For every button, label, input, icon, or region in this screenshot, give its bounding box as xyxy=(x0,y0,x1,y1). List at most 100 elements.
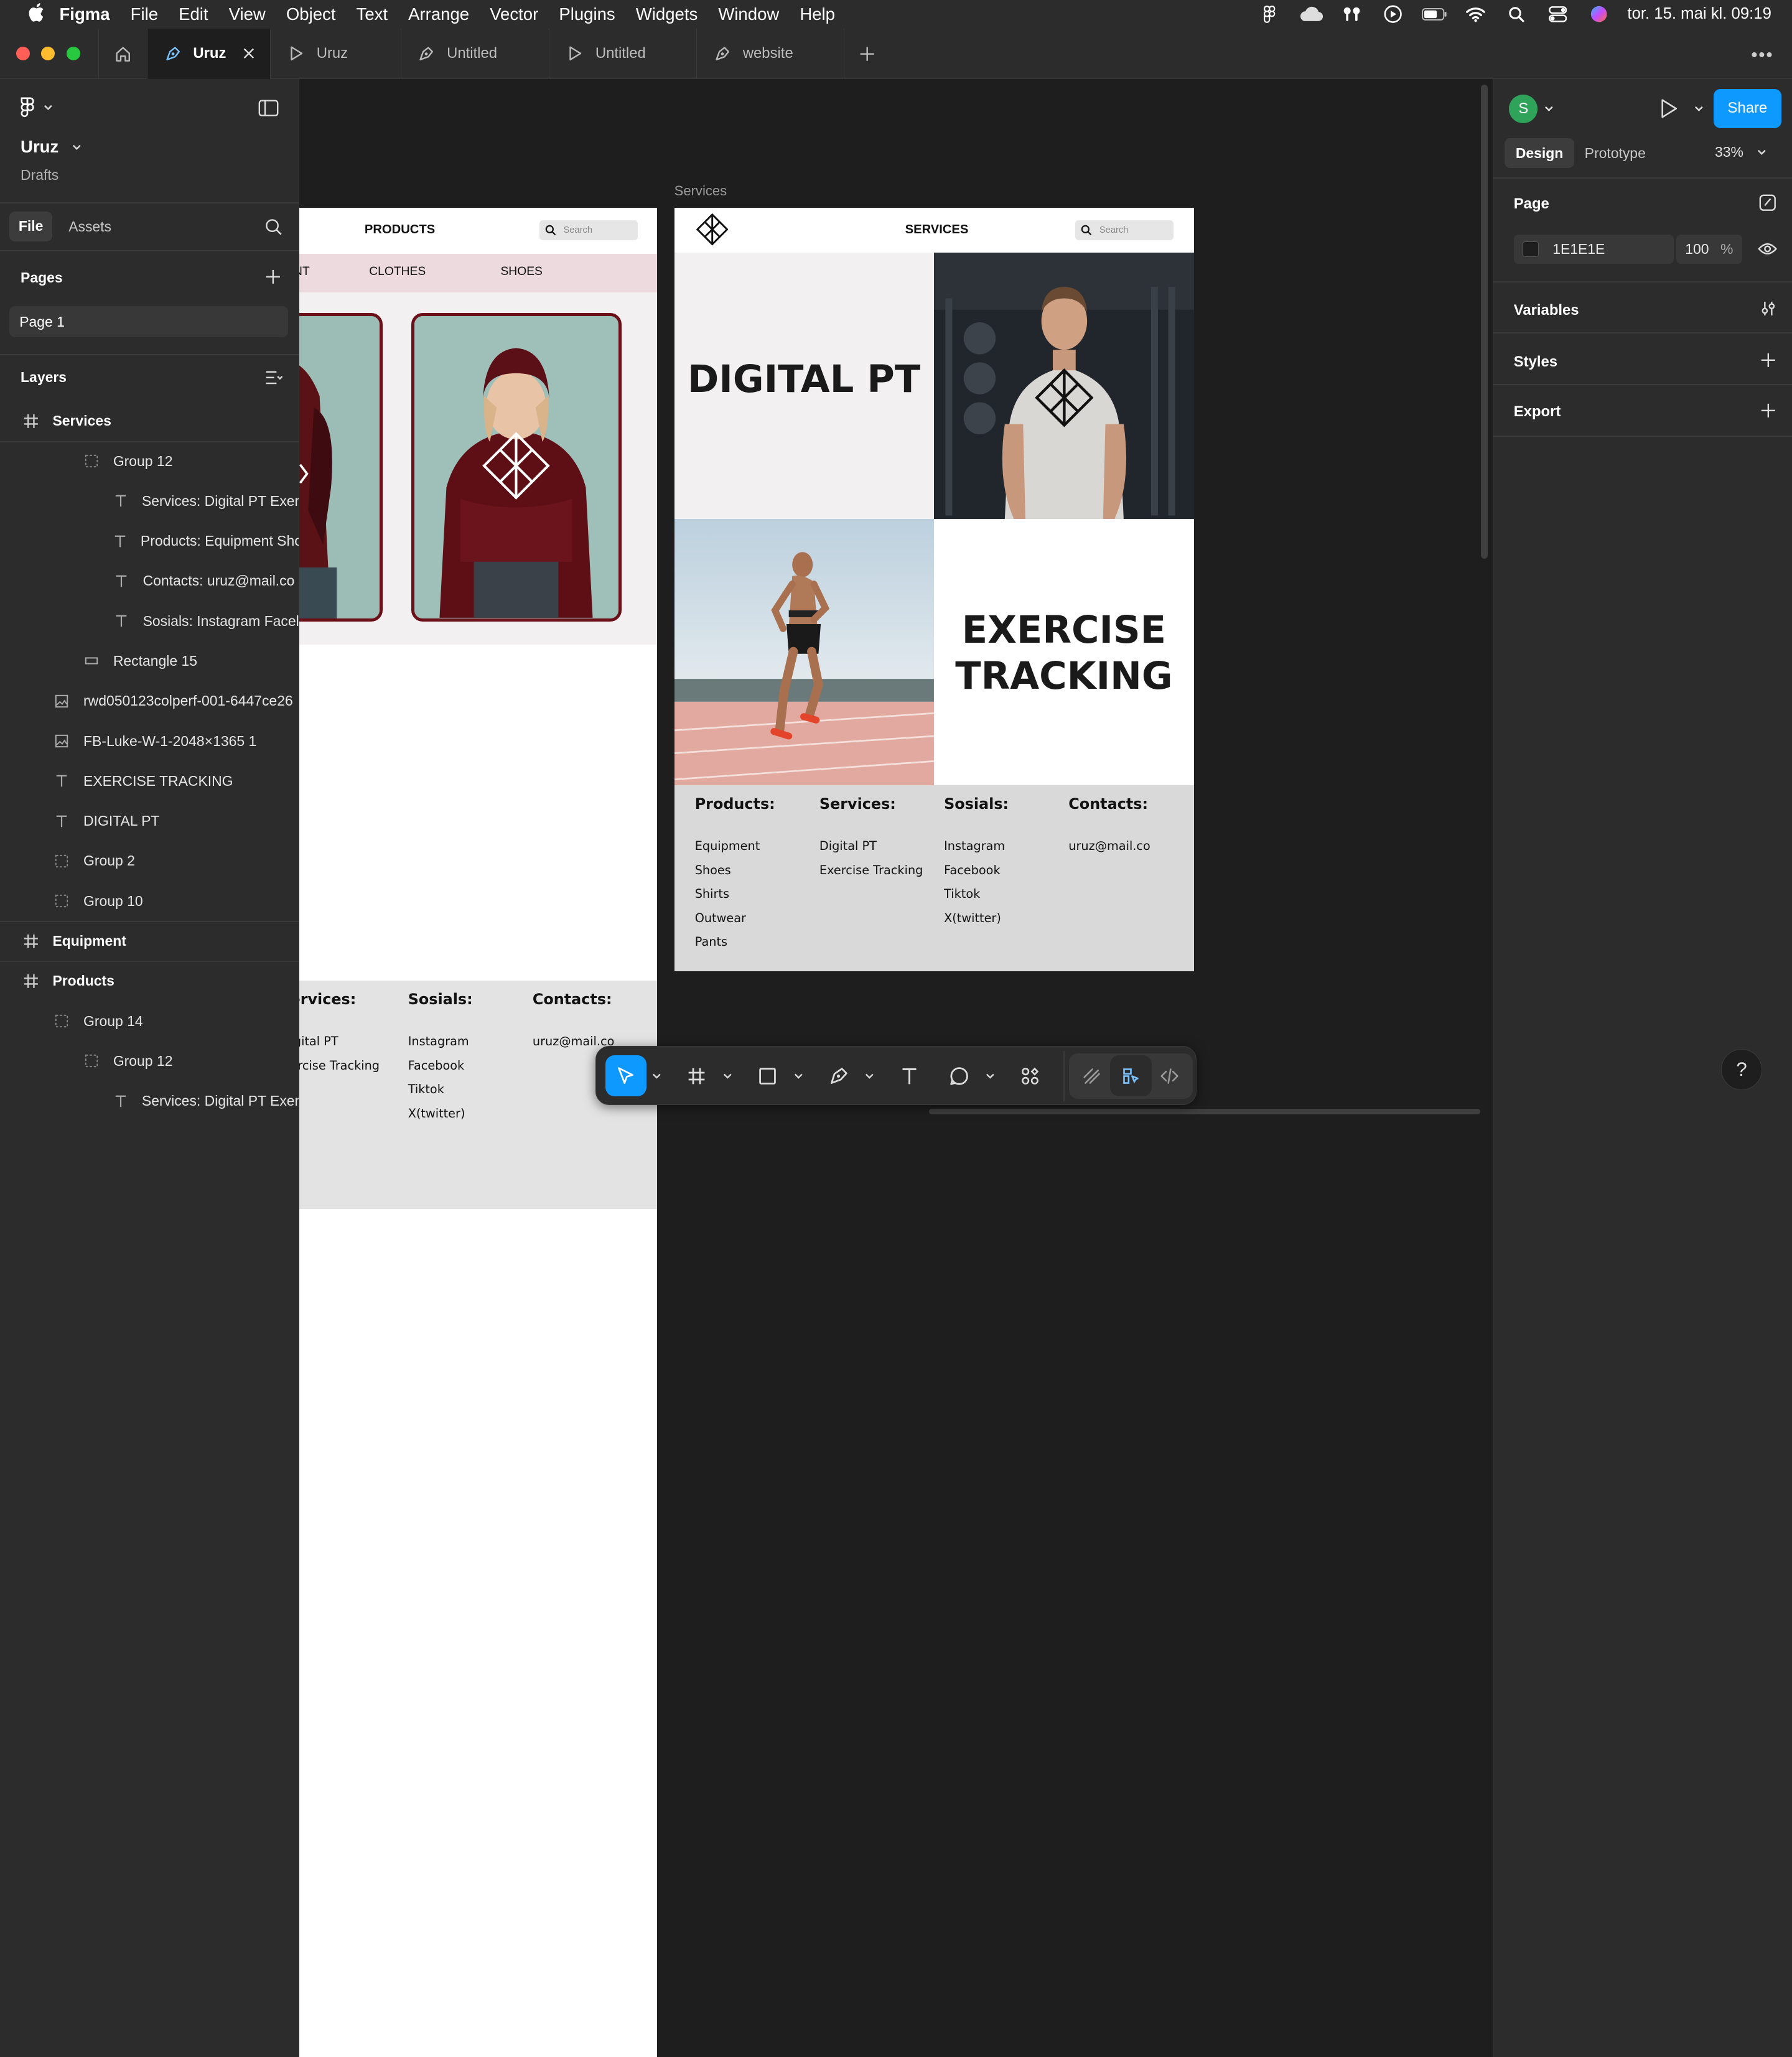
design-mode-button[interactable] xyxy=(1110,1055,1152,1097)
variables-settings-icon[interactable] xyxy=(1760,301,1776,317)
menu-widgets[interactable]: Widgets xyxy=(636,4,698,24)
opacity-value[interactable]: 100 xyxy=(1685,241,1709,258)
layer-row[interactable]: Products xyxy=(0,961,299,1001)
layer-row[interactable]: Services: Digital PT Exer xyxy=(0,1081,299,1121)
layer-row[interactable]: rwd050123colperf-001-6447ce26 xyxy=(0,681,299,721)
menu-object[interactable]: Object xyxy=(286,4,336,24)
menu-edit[interactable]: Edit xyxy=(179,4,208,24)
apple-icon[interactable] xyxy=(27,2,44,26)
layers-filter-icon[interactable] xyxy=(265,369,283,385)
layer-row[interactable]: Rectangle 15 xyxy=(0,641,299,681)
visibility-eye-icon[interactable] xyxy=(1758,241,1777,256)
chevron-down-icon[interactable] xyxy=(794,1071,803,1081)
cloud-icon[interactable] xyxy=(1299,6,1323,22)
now-playing-icon[interactable] xyxy=(1381,5,1406,24)
tab-file[interactable]: File xyxy=(9,211,53,241)
menu-clock[interactable]: tor. 15. mai kl. 09:19 xyxy=(1627,5,1771,23)
add-export-plus-icon[interactable] xyxy=(1760,403,1776,419)
main-menu-button[interactable] xyxy=(21,97,52,118)
spotlight-search-icon[interactable] xyxy=(1504,6,1529,22)
help-button[interactable]: ? xyxy=(1721,1049,1763,1091)
background-color-field[interactable]: 1E1E1E xyxy=(1513,234,1674,264)
share-button[interactable]: Share xyxy=(1714,89,1781,128)
pen-tool-button[interactable] xyxy=(818,1055,859,1096)
layer-row[interactable]: Group 14 xyxy=(0,1001,299,1041)
tab-uruz-design[interactable]: Uruz xyxy=(147,28,271,79)
layer-row[interactable]: DIGITAL PT xyxy=(0,801,299,841)
layer-row[interactable]: Group 2 xyxy=(0,841,299,881)
wifi-icon[interactable] xyxy=(1463,6,1488,22)
services-frame[interactable]: SERVICES Search DIGITAL PT EXERCISE TRAC… xyxy=(674,208,1195,972)
move-tool-button[interactable] xyxy=(605,1055,646,1097)
tab-uruz-prototype[interactable]: Uruz xyxy=(271,28,401,79)
opacity-field[interactable]: 100 % xyxy=(1676,234,1743,264)
layer-row[interactable]: Contacts: uruz@mail.co xyxy=(0,561,299,601)
chevron-down-icon[interactable] xyxy=(723,1071,732,1081)
menu-arrange[interactable]: Arrange xyxy=(408,4,469,24)
zoom-window-button[interactable] xyxy=(66,47,80,61)
tab-design[interactable]: Design xyxy=(1505,138,1575,168)
menu-view[interactable]: View xyxy=(229,4,266,24)
menu-vector[interactable]: Vector xyxy=(490,4,538,24)
layer-row[interactable]: Products: Equipment Sho xyxy=(0,521,299,561)
chevron-down-icon[interactable] xyxy=(986,1071,995,1081)
dev-mode-button[interactable] xyxy=(1149,1055,1190,1096)
tab-untitled-prototype[interactable]: Untitled xyxy=(549,28,698,79)
layer-row[interactable]: Group 12 xyxy=(0,1041,299,1081)
control-center-icon[interactable] xyxy=(1545,6,1570,22)
tab-assets[interactable]: Assets xyxy=(68,218,111,235)
home-tab[interactable] xyxy=(98,28,147,79)
page-item-page-1[interactable]: Page 1 xyxy=(9,306,288,337)
frame-label-services[interactable]: Services xyxy=(674,183,727,199)
layer-row[interactable]: FB-Luke-W-1-2048×1365 1 xyxy=(0,721,299,761)
text-tool-button[interactable] xyxy=(889,1055,930,1096)
layer-row[interactable]: Equipment xyxy=(0,921,299,961)
present-play-icon[interactable] xyxy=(1660,98,1678,119)
variables-heading[interactable]: Variables xyxy=(1514,302,1579,319)
chevron-down-icon[interactable] xyxy=(652,1071,661,1081)
layer-row[interactable]: EXERCISE TRACKING xyxy=(0,761,299,801)
siri-icon[interactable] xyxy=(1586,6,1611,22)
draw-mode-button[interactable] xyxy=(1071,1055,1113,1096)
menu-app-figma[interactable]: Figma xyxy=(59,4,110,24)
vertical-scrollbar[interactable] xyxy=(1481,84,1488,559)
chevron-down-icon[interactable] xyxy=(865,1071,874,1081)
layer-row[interactable]: Services: Digital PT Exer xyxy=(0,481,299,521)
layer-row[interactable]: Group 10 xyxy=(0,881,299,921)
layer-row[interactable]: Services xyxy=(0,401,299,441)
add-style-plus-icon[interactable] xyxy=(1760,352,1776,368)
close-tab-icon[interactable] xyxy=(241,45,257,62)
rectangle-tool-button[interactable] xyxy=(747,1055,788,1096)
menu-text[interactable]: Text xyxy=(357,4,388,24)
tab-website-design[interactable]: website xyxy=(697,28,845,79)
background-hex-value[interactable]: 1E1E1E xyxy=(1552,241,1605,258)
project-name-button[interactable]: Uruz xyxy=(21,137,82,157)
tab-untitled-design[interactable]: Untitled xyxy=(401,28,550,79)
horizontal-scrollbar[interactable] xyxy=(929,1108,1480,1114)
battery-icon[interactable] xyxy=(1422,6,1447,22)
zoom-dropdown[interactable]: 33% xyxy=(1715,144,1766,161)
tab-prototype[interactable]: Prototype xyxy=(1585,145,1646,162)
search-layers-icon[interactable] xyxy=(265,218,282,236)
airpods-icon[interactable] xyxy=(1340,6,1365,22)
toggle-sidebar-icon[interactable] xyxy=(258,100,279,117)
menu-plugins[interactable]: Plugins xyxy=(559,4,615,24)
actions-tool-button[interactable] xyxy=(1010,1055,1051,1096)
menu-window[interactable]: Window xyxy=(718,4,779,24)
minimize-window-button[interactable] xyxy=(41,47,55,61)
color-swatch[interactable] xyxy=(1523,241,1539,258)
layer-row[interactable]: Sosials: Instagram Facel xyxy=(0,601,299,641)
products-frame[interactable]: PRODUCTS Search NT CLOTHES SHOES xyxy=(299,208,658,2057)
layer-row[interactable]: Group 12 xyxy=(0,441,299,481)
project-location[interactable]: Drafts xyxy=(21,167,58,184)
new-tab-plus-icon[interactable] xyxy=(858,45,876,63)
close-window-button[interactable] xyxy=(16,47,30,61)
comment-tool-button[interactable] xyxy=(939,1055,980,1096)
chevron-down-icon[interactable] xyxy=(1544,105,1554,112)
chevron-down-icon[interactable] xyxy=(1694,105,1704,112)
figma-menu-icon[interactable] xyxy=(1257,6,1282,23)
menu-file[interactable]: File xyxy=(131,4,158,24)
menu-help[interactable]: Help xyxy=(800,4,835,24)
page-styles-icon[interactable] xyxy=(1759,194,1776,212)
avatar[interactable]: S xyxy=(1509,95,1538,124)
